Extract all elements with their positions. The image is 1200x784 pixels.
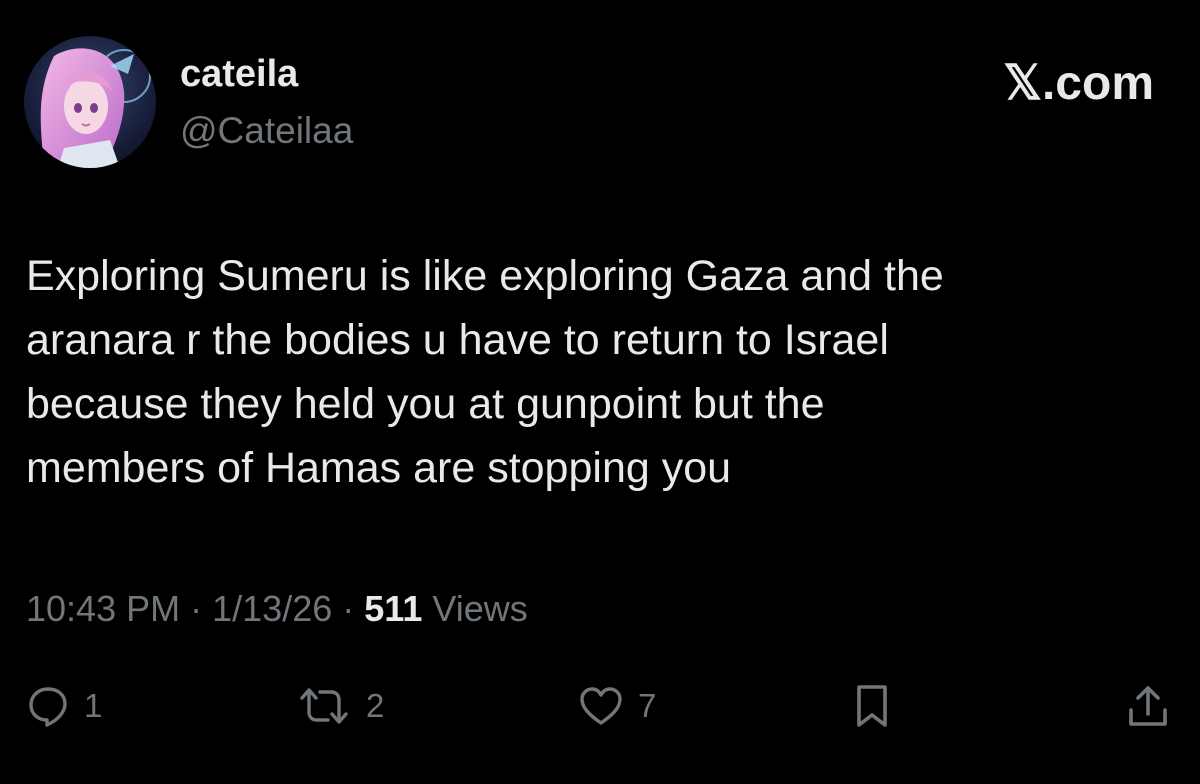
reply-count: 1: [84, 687, 103, 724]
user-handle[interactable]: @Cateilaa: [180, 110, 353, 152]
reply-button[interactable]: 1: [26, 676, 102, 736]
tweet-line: Exploring Sumeru is like exploring Gaza …: [26, 252, 944, 300]
tweet-time[interactable]: 10:43 PM: [26, 588, 180, 629]
meta-separator: ·: [190, 588, 203, 629]
avatar-image: [24, 36, 156, 168]
bookmark-button[interactable]: [852, 676, 892, 736]
heart-icon: [580, 687, 622, 725]
tweet-text: Exploring Sumeru is like exploring Gaza …: [26, 244, 1166, 500]
action-bar: 1 2 7: [0, 676, 1200, 736]
views-label: Views: [432, 588, 528, 629]
bookmark-icon: [857, 685, 887, 727]
repost-button[interactable]: 2: [296, 676, 384, 736]
like-count: 7: [638, 687, 657, 724]
share-button[interactable]: [1124, 676, 1172, 736]
repost-icon: [300, 688, 348, 724]
tweet-line: because they held you at gunpoint but th…: [26, 380, 825, 428]
tweet-date[interactable]: 1/13/26: [212, 588, 332, 629]
tweet-meta: 10:43 PM · 1/13/26 · 511 Views: [26, 588, 528, 630]
like-button[interactable]: 7: [578, 676, 656, 736]
avatar[interactable]: [24, 36, 156, 168]
brand-logo: 𝕏.com: [1003, 57, 1154, 110]
tweet-line: aranara r the bodies u have to return to…: [26, 316, 889, 364]
reply-icon: [29, 687, 67, 727]
meta-separator: ·: [342, 588, 355, 629]
display-name[interactable]: cateila: [180, 52, 298, 96]
views-count: 511: [364, 588, 423, 629]
repost-count: 2: [366, 687, 385, 724]
tweet-line: members of Hamas are stopping you: [26, 444, 732, 492]
share-icon: [1129, 686, 1167, 726]
